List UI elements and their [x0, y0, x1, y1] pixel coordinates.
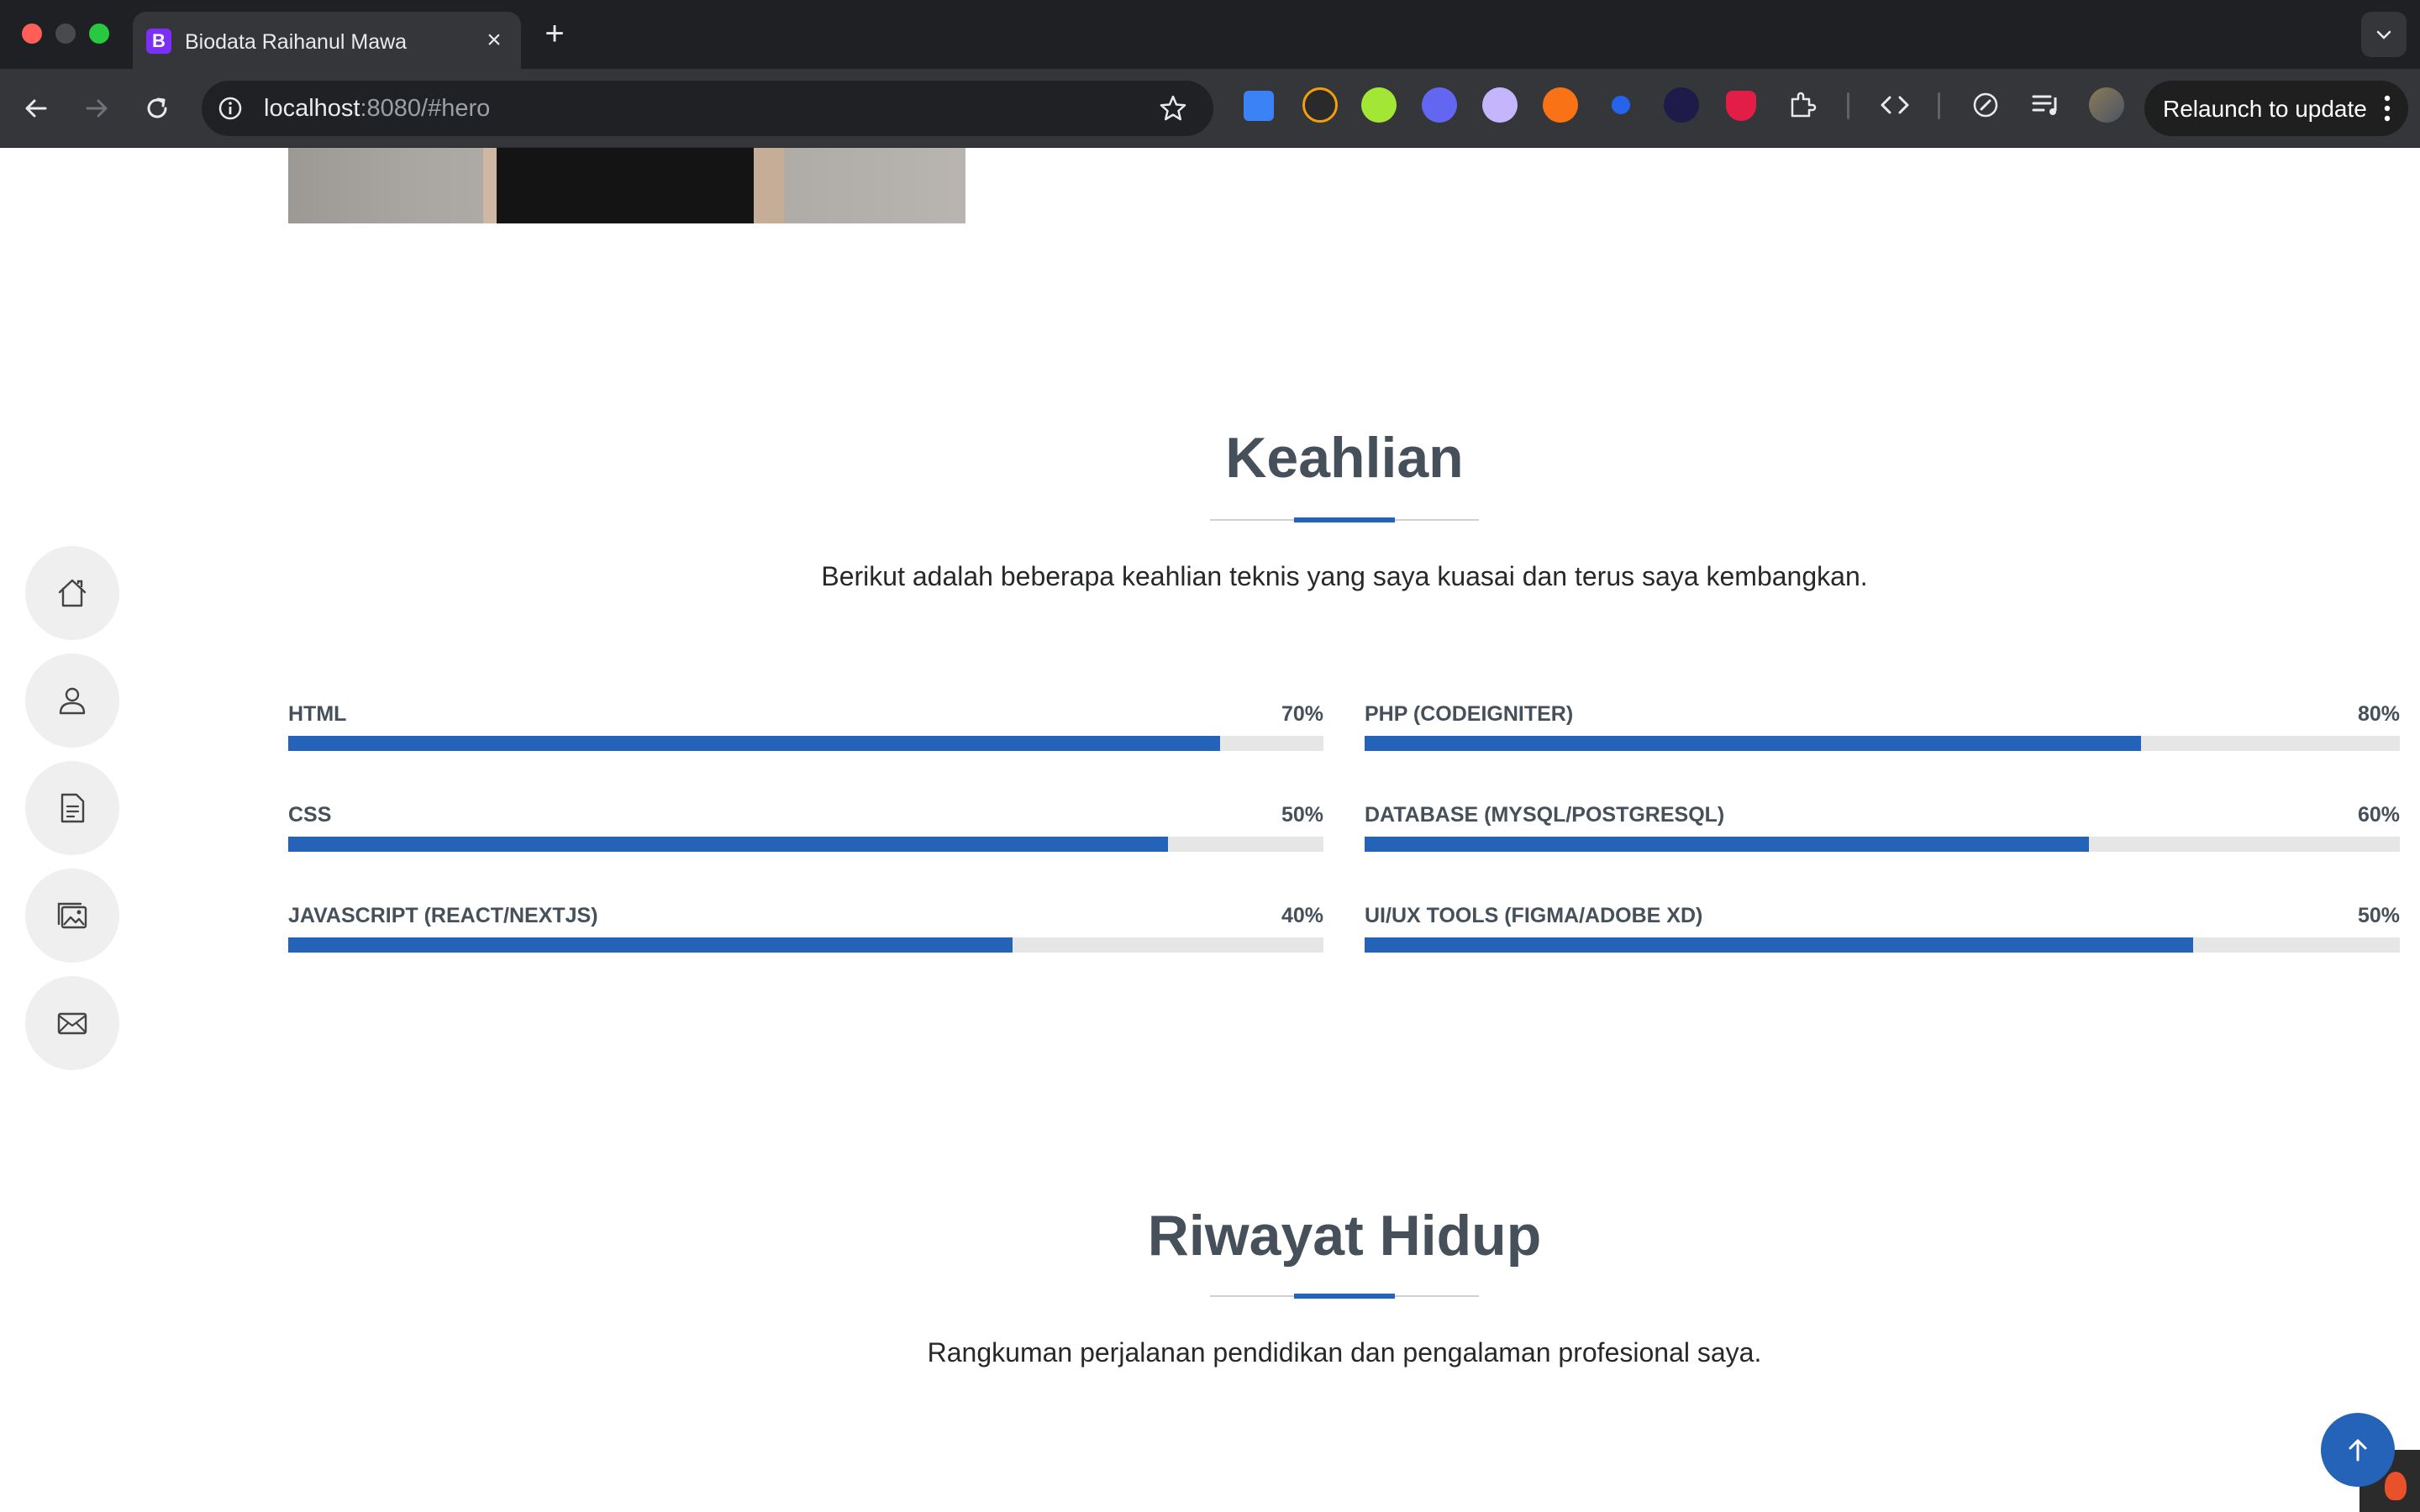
skill-name: UI/UX TOOLS (FIGMA/ADOBE XD) — [1365, 904, 1703, 927]
skill-name: JAVASCRIPT (REACT/NEXTJS) — [288, 904, 598, 927]
extension-3-icon[interactable] — [1361, 87, 1397, 123]
address-bar[interactable]: localhost:8080/#hero — [202, 81, 1213, 136]
skill-progress-fill — [288, 736, 1220, 751]
title-divider-accent — [1294, 1294, 1395, 1299]
extension-2-icon[interactable] — [1302, 87, 1338, 123]
skill-percent: 60% — [2357, 803, 2400, 827]
photo-detail — [497, 148, 774, 223]
envelope-icon — [57, 1012, 87, 1035]
reload-button[interactable] — [138, 89, 176, 128]
skill-percent: 80% — [2357, 702, 2400, 726]
extension-shield-icon[interactable] — [1726, 91, 1756, 121]
skill-item: JAVASCRIPT (REACT/NEXTJS) 40% — [288, 904, 1323, 971]
flame-icon — [2385, 1472, 2407, 1500]
extension-1-icon[interactable] — [1244, 91, 1274, 121]
skill-percent: 50% — [1281, 803, 1323, 827]
nav-home-button[interactable] — [25, 546, 119, 640]
skill-progress-track — [1365, 837, 2400, 852]
url-path: :8080/#hero — [360, 95, 491, 122]
skill-progress-fill — [1365, 837, 2090, 852]
page-content: Keahlian Berikut adalah beberapa keahlia… — [0, 148, 2420, 1512]
extension-8-icon[interactable] — [1664, 87, 1699, 123]
relaunch-button[interactable]: Relaunch to update — [2144, 81, 2408, 136]
tab-search-button[interactable] — [2361, 12, 2407, 57]
minimize-window-button[interactable] — [55, 24, 76, 44]
arrow-right-icon — [86, 99, 108, 118]
relaunch-label: Relaunch to update — [2163, 96, 2367, 122]
url-text: localhost:8080/#hero — [264, 95, 490, 123]
code-brackets-icon[interactable] — [1877, 87, 1912, 123]
reload-icon — [147, 97, 167, 118]
skill-progress-fill — [1365, 736, 2141, 751]
back-button[interactable] — [17, 89, 55, 128]
skill-item: CSS 50% — [288, 803, 1323, 870]
url-host: localhost — [264, 95, 360, 122]
skill-percent: 50% — [2357, 904, 2400, 927]
toolbar-separator — [1847, 92, 1849, 119]
close-window-button[interactable] — [22, 24, 42, 44]
skill-progress-fill — [1365, 937, 2193, 953]
speed-gauge-icon[interactable] — [1968, 87, 2003, 123]
skill-name: HTML — [288, 702, 347, 726]
nav-about-button[interactable] — [25, 654, 119, 748]
tab-title: Biodata Raihanul Mawa — [185, 30, 408, 54]
chevron-down-icon — [2376, 30, 2391, 39]
photo-detail — [754, 148, 784, 223]
skill-percent: 70% — [1281, 702, 1323, 726]
skill-item: PHP (CODEIGNITER) 80% — [1365, 702, 2400, 769]
skill-name: DATABASE (MYSQL/POSTGRESQL) — [1365, 803, 1725, 827]
arrow-up-icon — [2349, 1439, 2367, 1462]
skills-section-title: Keahlian — [1225, 426, 1464, 490]
title-divider-accent — [1294, 517, 1395, 522]
profile-avatar[interactable] — [2089, 87, 2124, 123]
nav-resume-button[interactable] — [25, 761, 119, 855]
images-icon — [57, 902, 87, 929]
tab-close-icon[interactable]: × — [481, 27, 508, 54]
browser-tab-active[interactable]: B Biodata Raihanul Mawa × — [133, 12, 521, 69]
skill-item: UI/UX TOOLS (FIGMA/ADOBE XD) 50% — [1365, 904, 2400, 971]
skill-name: CSS — [288, 803, 332, 827]
more-vert-icon[interactable] — [2383, 93, 2391, 123]
scroll-to-top-button[interactable] — [2321, 1413, 2395, 1487]
toolbar-separator — [1938, 92, 1940, 119]
maximize-window-button[interactable] — [89, 24, 109, 44]
skills-section-description: Berikut adalah beberapa keahlian teknis … — [821, 561, 1868, 591]
skill-progress-track — [1365, 937, 2400, 953]
tab-favicon-icon: B — [146, 29, 171, 54]
skill-percent: 40% — [1281, 904, 1323, 927]
resume-section-title: Riwayat Hidup — [1147, 1204, 1542, 1268]
bookmark-star-icon[interactable] — [1158, 93, 1188, 123]
new-tab-button[interactable]: + — [538, 17, 571, 50]
skill-name: PHP (CODEIGNITER) — [1365, 702, 1574, 726]
forward-button[interactable] — [77, 89, 116, 128]
media-playlist-icon[interactable] — [2028, 87, 2064, 123]
extension-7-icon[interactable] — [1603, 87, 1639, 123]
nav-contact-button[interactable] — [25, 976, 119, 1070]
skill-progress-track — [288, 837, 1323, 852]
skill-item: HTML 70% — [288, 702, 1323, 769]
document-icon — [60, 793, 85, 823]
arrow-left-icon — [25, 99, 47, 118]
extensions-puzzle-icon[interactable] — [1785, 87, 1820, 123]
skill-progress-track — [288, 736, 1323, 751]
extension-5-icon[interactable] — [1482, 87, 1518, 123]
site-info-icon[interactable] — [217, 95, 244, 122]
resume-section-description: Rangkuman perjalanan pendidikan dan peng… — [927, 1337, 1762, 1368]
person-icon — [59, 687, 86, 715]
browser-tab-bar: B Biodata Raihanul Mawa × + — [0, 0, 2420, 69]
skill-item: DATABASE (MYSQL/POSTGRESQL) 60% — [1365, 803, 2400, 870]
skill-progress-track — [288, 937, 1323, 953]
profile-photo — [288, 148, 965, 223]
extension-metamask-icon[interactable] — [1543, 87, 1578, 123]
nav-portfolio-button[interactable] — [25, 869, 119, 963]
skill-progress-fill — [288, 937, 1013, 953]
skill-progress-track — [1365, 736, 2400, 751]
skill-progress-fill — [288, 837, 1169, 852]
extension-4-icon[interactable] — [1422, 87, 1457, 123]
